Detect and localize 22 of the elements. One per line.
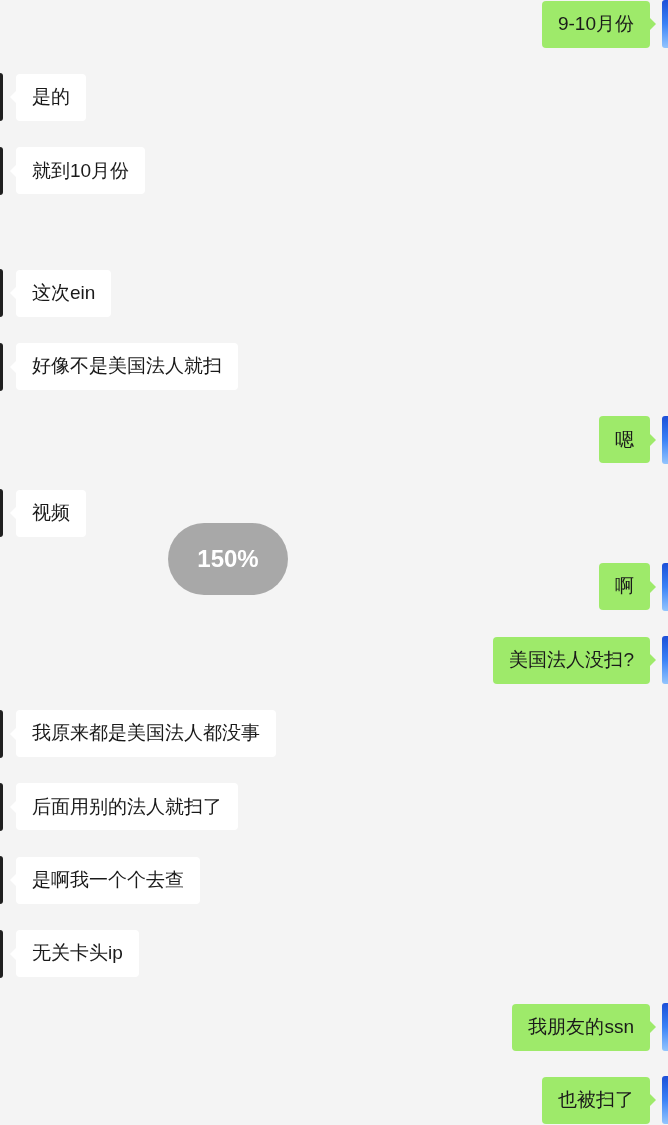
message-bubble: 嗯: [599, 416, 650, 464]
message-bubble: 好像不是美国法人就扫: [16, 343, 238, 391]
message-bubble: 9-10月份: [541, 0, 650, 48]
message-bubble: 美国法人没扫?: [493, 636, 650, 684]
message-bubble: 我朋友的ssn: [512, 1003, 650, 1051]
message-bubble: 是啊我一个个去查: [16, 856, 200, 904]
message-bubble: 无关卡头ip: [16, 930, 139, 978]
message-bubble: 就到10月份: [16, 147, 146, 195]
bubble-pointer: [650, 580, 656, 593]
message-bubble: 我原来都是美国法人都没事: [16, 710, 276, 757]
bubble-pointer: [650, 1094, 656, 1107]
bubble-pointer: [650, 18, 656, 30]
bubble-pointer: [650, 654, 656, 667]
zoom-level-badge: 150%: [168, 523, 288, 595]
message-bubble: 啊: [599, 563, 650, 611]
bubble-pointer: [650, 1021, 656, 1034]
message-bubble: 也被扫了: [542, 1076, 650, 1124]
message-bubble: 是的: [16, 73, 86, 121]
bubble-pointer: [650, 433, 656, 446]
message-bubble: 视频: [16, 489, 86, 537]
message-bubble: 后面用别的法人就扫了: [16, 783, 238, 831]
message-bubble: 这次ein: [16, 269, 112, 317]
